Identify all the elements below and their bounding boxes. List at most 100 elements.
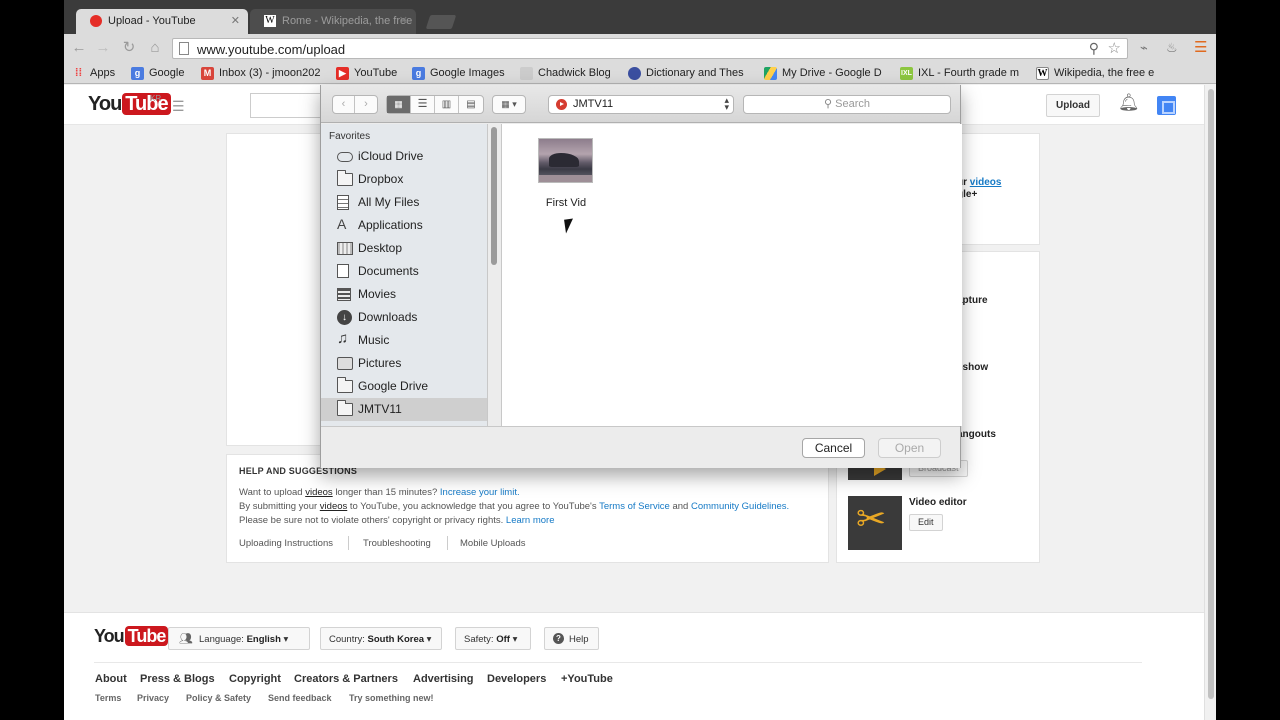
- cover-flow-icon[interactable]: ▤: [459, 96, 483, 113]
- list-view-icon[interactable]: ☰: [411, 96, 435, 113]
- guide-menu-icon[interactable]: ☰: [172, 98, 185, 115]
- dialog-search-field[interactable]: ⚲ Search: [743, 95, 951, 114]
- videos-link[interactable]: videos: [970, 177, 1002, 188]
- send-feedback-link[interactable]: Send feedback: [268, 693, 332, 703]
- community-guidelines-link[interactable]: Community Guidelines.: [691, 501, 789, 512]
- advertising-link[interactable]: Advertising: [413, 673, 474, 685]
- sidebar-item-dropbox[interactable]: Dropbox: [321, 168, 487, 191]
- bookmark-google[interactable]: g Google: [131, 67, 193, 82]
- increase-limit-link[interactable]: Increase your limit.: [440, 487, 520, 498]
- help-button[interactable]: ? Help: [544, 627, 599, 650]
- developers-link[interactable]: Developers: [487, 673, 546, 685]
- home-icon[interactable]: ⌂: [146, 39, 164, 57]
- help-icon: ?: [553, 633, 564, 644]
- sidebar-item-documents[interactable]: Documents: [321, 260, 487, 283]
- sidebar-item-all-my-files[interactable]: All My Files: [321, 191, 487, 214]
- bookmark-google-images[interactable]: g Google Images: [412, 67, 510, 82]
- file-browser-pane: First Vid: [501, 124, 962, 426]
- edit-button[interactable]: Edit: [909, 514, 943, 531]
- learn-more-link[interactable]: Learn more: [506, 515, 555, 526]
- youtube-favicon-icon: [90, 15, 102, 27]
- folder-path-popup[interactable]: JMTV11 ▴ ▾: [548, 95, 734, 114]
- blog-icon: [520, 67, 533, 80]
- language-picker[interactable]: 👥︎ Language: English ▾: [168, 627, 310, 650]
- mobile-uploads-link[interactable]: Mobile Uploads: [460, 538, 525, 549]
- about-link[interactable]: About: [95, 673, 127, 685]
- bookmark-star-icon[interactable]: ☆: [1108, 39, 1121, 57]
- copyright-link[interactable]: Copyright: [229, 673, 281, 685]
- sidebar-item-jmtv11[interactable]: JMTV11: [321, 398, 487, 421]
- close-icon[interactable]: ✕: [399, 14, 408, 27]
- video-editor-title[interactable]: Video editor: [909, 497, 967, 508]
- bell-icon[interactable]: 🔔︎: [1118, 93, 1140, 113]
- upload-button[interactable]: Upload: [1046, 94, 1100, 117]
- music-note-icon: ♫: [337, 330, 349, 347]
- address-bar[interactable]: www.youtube.com/upload ⚲ ☆: [172, 38, 1128, 59]
- column-view-icon[interactable]: ▥: [435, 96, 459, 113]
- logo-tube: Tube: [124, 626, 169, 646]
- forward-arrow-icon[interactable]: →: [94, 39, 112, 57]
- bookmark-wikipedia[interactable]: W Wikipedia, the free e: [1036, 67, 1158, 82]
- page-scrollbar[interactable]: [1204, 85, 1216, 720]
- press-blogs-link[interactable]: Press & Blogs: [140, 673, 215, 685]
- bookmark-dictionary[interactable]: Dictionary and Thes: [628, 67, 748, 82]
- creators-partners-link[interactable]: Creators & Partners: [294, 673, 398, 685]
- folder-icon: [337, 377, 353, 393]
- menu-icon[interactable]: ☰: [1194, 38, 1207, 56]
- terms-of-service-link[interactable]: Terms of Service: [599, 501, 670, 512]
- documents-icon: [337, 264, 349, 278]
- hangouts-label[interactable]: angouts: [957, 429, 996, 440]
- bookmark-chadwick-blog[interactable]: Chadwick Blog: [520, 67, 614, 82]
- new-tab-button[interactable]: [425, 15, 457, 29]
- try-something-new-link[interactable]: Try something new!: [349, 693, 434, 703]
- forward-chevron-icon[interactable]: ›: [355, 96, 377, 113]
- reload-icon[interactable]: ↻: [120, 39, 138, 57]
- sidebar-item-pictures[interactable]: Pictures: [321, 352, 487, 375]
- bookmark-my-drive[interactable]: My Drive - Google D: [764, 67, 884, 82]
- youtube-search-input[interactable]: [250, 93, 330, 118]
- avatar[interactable]: [1157, 96, 1176, 115]
- bookmark-inbox[interactable]: M Inbox (3) - jmoon202: [201, 67, 325, 82]
- bookmark-ixl[interactable]: IXL IXL - Fourth grade m: [900, 67, 1020, 82]
- bookmark-apps[interactable]: ⁞⁞ Apps: [72, 67, 132, 82]
- tab-rome-wikipedia[interactable]: W Rome - Wikipedia, the free ✕: [250, 9, 416, 34]
- sidebar-scrollbar[interactable]: [491, 127, 497, 265]
- sidebar-item-google-drive[interactable]: Google Drive: [321, 375, 487, 398]
- sidebar-item-applications[interactable]: A Applications: [321, 214, 487, 237]
- search-icon[interactable]: ⚲: [1089, 40, 1099, 57]
- back-arrow-icon[interactable]: ←: [70, 39, 88, 57]
- bookmark-youtube[interactable]: ▶ YouTube: [336, 67, 402, 82]
- youtube-footer-logo[interactable]: You Tube: [94, 626, 169, 647]
- caret-down-icon: ▾: [283, 634, 289, 645]
- videos-link[interactable]: videos: [320, 501, 347, 512]
- video-thumbnail[interactable]: [538, 138, 593, 183]
- country-picker[interactable]: Country: South Korea ▾: [320, 627, 442, 650]
- uploading-instructions-link[interactable]: Uploading Instructions: [239, 538, 333, 549]
- back-chevron-icon[interactable]: ‹: [333, 96, 355, 113]
- dialog-toolbar: ‹ › ▦ ☰ ▥ ▤ ▦ ▾ JMTV11 ▴ ▾ ⚲ Search: [321, 85, 960, 123]
- sidebar-item-icloud-drive[interactable]: iCloud Drive: [321, 145, 487, 168]
- sidebar-item-music[interactable]: ♫ Music: [321, 329, 487, 352]
- videos-link[interactable]: videos: [305, 487, 332, 498]
- sidebar-item-desktop[interactable]: Desktop: [321, 237, 487, 260]
- terms-link[interactable]: Terms: [95, 693, 121, 703]
- help-card: HELP AND SUGGESTIONS Want to upload vide…: [226, 454, 829, 563]
- privacy-link[interactable]: Privacy: [137, 693, 169, 703]
- icon-view-icon[interactable]: ▦: [387, 96, 411, 113]
- scrollbar-thumb[interactable]: [1208, 89, 1214, 699]
- policy-safety-link[interactable]: Policy & Safety: [186, 693, 251, 703]
- sidebar-item-movies[interactable]: Movies: [321, 283, 487, 306]
- tab-upload-youtube[interactable]: Upload - YouTube ✕: [76, 9, 248, 34]
- folder-badge-icon: [556, 99, 567, 110]
- arrange-menu[interactable]: ▦ ▾: [492, 95, 526, 114]
- cancel-button[interactable]: Cancel: [802, 438, 865, 458]
- extension-icon[interactable]: ⌁: [1140, 40, 1148, 56]
- extension-icon[interactable]: ♨: [1166, 40, 1178, 56]
- plus-youtube-link[interactable]: +YouTube: [561, 673, 613, 685]
- safety-picker[interactable]: Safety: Off ▾: [455, 627, 531, 650]
- troubleshooting-link[interactable]: Troubleshooting: [363, 538, 431, 549]
- file-name[interactable]: First Vid: [528, 197, 604, 209]
- close-icon[interactable]: ✕: [231, 14, 240, 27]
- open-button[interactable]: Open: [878, 438, 941, 458]
- sidebar-item-downloads[interactable]: ↓ Downloads: [321, 306, 487, 329]
